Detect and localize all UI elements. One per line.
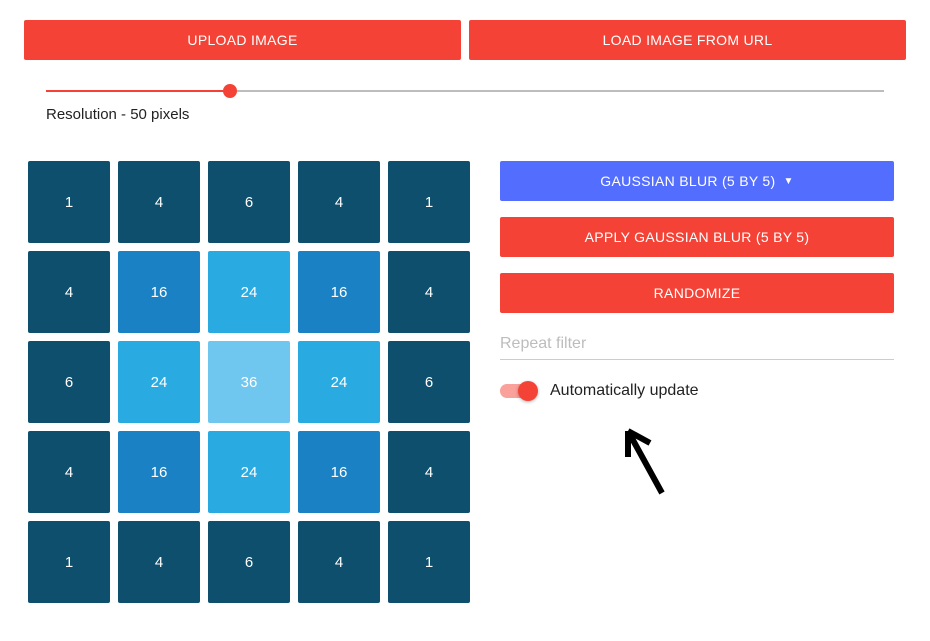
kernel-cell[interactable]: 24 <box>208 251 290 333</box>
kernel-cell[interactable]: 6 <box>208 521 290 603</box>
kernel-cell[interactable]: 1 <box>28 521 110 603</box>
slider-track <box>46 90 884 92</box>
kernel-cell[interactable]: 4 <box>298 161 380 243</box>
upload-image-button[interactable]: UPLOAD IMAGE <box>24 20 461 60</box>
kernel-cell[interactable]: 24 <box>298 341 380 423</box>
chevron-down-icon: ▼ <box>783 176 793 187</box>
kernel-cell[interactable]: 4 <box>118 161 200 243</box>
right-panel: GAUSSIAN BLUR (5 BY 5) ▼ APPLY GAUSSIAN … <box>500 161 906 603</box>
kernel-cell[interactable]: 16 <box>298 431 380 513</box>
kernel-cell[interactable]: 4 <box>388 251 470 333</box>
kernel-cell[interactable]: 16 <box>298 251 380 333</box>
kernel-cell[interactable]: 4 <box>298 521 380 603</box>
slider-fill <box>46 90 230 92</box>
toggle-knob <box>518 381 538 401</box>
kernel-grid-container: 1464141624164624362464162416414641 <box>28 161 470 603</box>
apply-filter-button[interactable]: APPLY GAUSSIAN BLUR (5 BY 5) <box>500 217 894 257</box>
kernel-cell[interactable]: 24 <box>118 341 200 423</box>
kernel-cell[interactable]: 4 <box>28 431 110 513</box>
auto-update-toggle[interactable] <box>500 384 536 398</box>
kernel-cell[interactable]: 4 <box>28 251 110 333</box>
kernel-cell[interactable]: 36 <box>208 341 290 423</box>
kernel-cell[interactable]: 16 <box>118 251 200 333</box>
repeat-filter-input[interactable] <box>500 329 894 360</box>
kernel-cell[interactable]: 16 <box>118 431 200 513</box>
kernel-cell[interactable]: 6 <box>388 341 470 423</box>
kernel-cell[interactable]: 6 <box>208 161 290 243</box>
kernel-cell[interactable]: 4 <box>388 431 470 513</box>
kernel-cell[interactable]: 24 <box>208 431 290 513</box>
kernel-cell[interactable]: 4 <box>118 521 200 603</box>
kernel-cell[interactable]: 1 <box>388 161 470 243</box>
auto-update-label: Automatically update <box>550 382 699 400</box>
kernel-grid: 1464141624164624362464162416414641 <box>28 161 470 603</box>
kernel-cell[interactable]: 6 <box>28 341 110 423</box>
resolution-label: Resolution - 50 pixels <box>46 106 884 123</box>
filter-dropdown-label: GAUSSIAN BLUR (5 BY 5) <box>600 173 775 189</box>
kernel-cell[interactable]: 1 <box>28 161 110 243</box>
kernel-cell[interactable]: 1 <box>388 521 470 603</box>
load-image-from-url-button[interactable]: LOAD IMAGE FROM URL <box>469 20 906 60</box>
randomize-button[interactable]: RANDOMIZE <box>500 273 894 313</box>
resolution-slider[interactable] <box>46 90 884 92</box>
filter-dropdown[interactable]: GAUSSIAN BLUR (5 BY 5) ▼ <box>500 161 894 201</box>
slider-thumb[interactable] <box>223 84 237 98</box>
